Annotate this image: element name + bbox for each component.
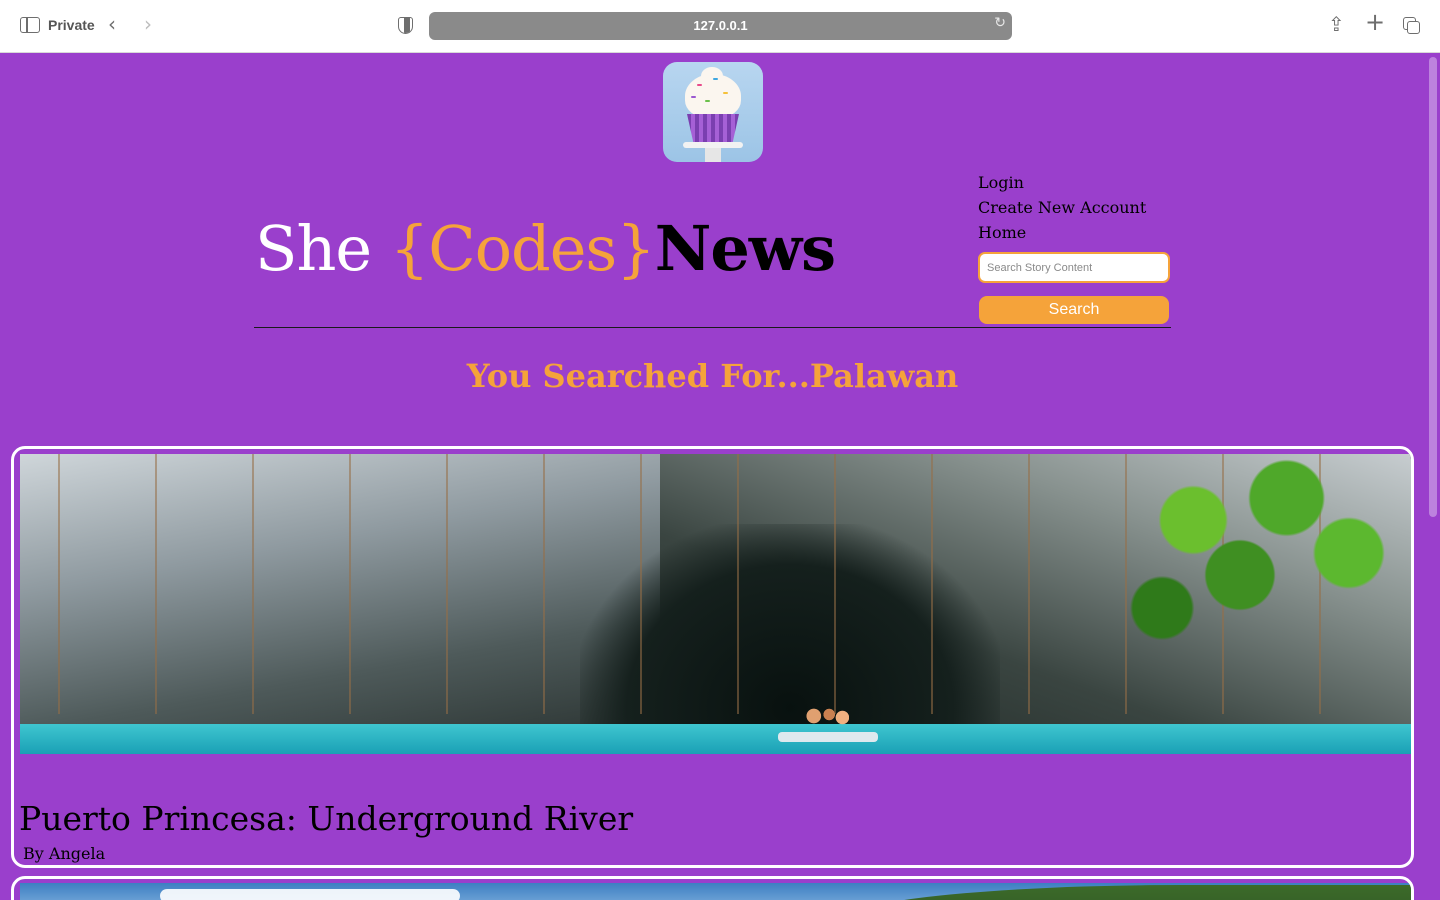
create-account-link[interactable]: Create New Account — [978, 195, 1146, 220]
cupcake-logo[interactable] — [663, 62, 763, 162]
share-icon[interactable]: ⇪ — [1328, 13, 1345, 35]
site-title-codes: {Codes} — [389, 212, 656, 285]
scrollbar[interactable] — [1429, 57, 1437, 517]
login-link[interactable]: Login — [978, 170, 1146, 195]
sidebar-icon[interactable] — [20, 17, 40, 33]
site-title[interactable]: She {Codes}News — [255, 211, 836, 287]
url-text: 127.0.0.1 — [693, 18, 748, 33]
header-nav: Login Create New Account Home — [978, 170, 1146, 245]
browser-toolbar: Private ‹ › 127.0.0.1 ↻ ⇪ + — [0, 0, 1440, 53]
home-link[interactable]: Home — [978, 220, 1146, 245]
page-content: She {Codes}News Login Create New Account… — [0, 53, 1440, 900]
search-results-heading: You Searched For...Palawan — [466, 357, 959, 395]
plus-icon[interactable]: + — [1365, 10, 1385, 34]
story-image[interactable] — [20, 883, 1411, 900]
tabs-overview-icon[interactable] — [1403, 17, 1420, 34]
story-title[interactable]: Puerto Princesa: Underground River — [19, 799, 633, 838]
reload-icon[interactable]: ↻ — [994, 15, 1006, 31]
chevron-left-icon[interactable]: ‹ — [108, 14, 116, 34]
story-card[interactable]: Puerto Princesa: Underground River By An… — [11, 446, 1414, 868]
site-title-news: News — [654, 212, 836, 285]
address-bar[interactable]: 127.0.0.1 ↻ — [429, 12, 1012, 40]
shield-icon[interactable] — [398, 17, 413, 34]
story-image[interactable] — [20, 454, 1411, 754]
story-card[interactable] — [11, 876, 1414, 900]
header-divider — [254, 327, 1171, 328]
chevron-right-icon[interactable]: › — [144, 14, 152, 34]
search-button[interactable]: Search — [979, 296, 1169, 324]
private-mode-label: Private — [48, 17, 95, 33]
search-input[interactable] — [978, 252, 1170, 283]
story-author: By Angela — [23, 844, 106, 863]
site-title-she: She — [255, 212, 372, 285]
